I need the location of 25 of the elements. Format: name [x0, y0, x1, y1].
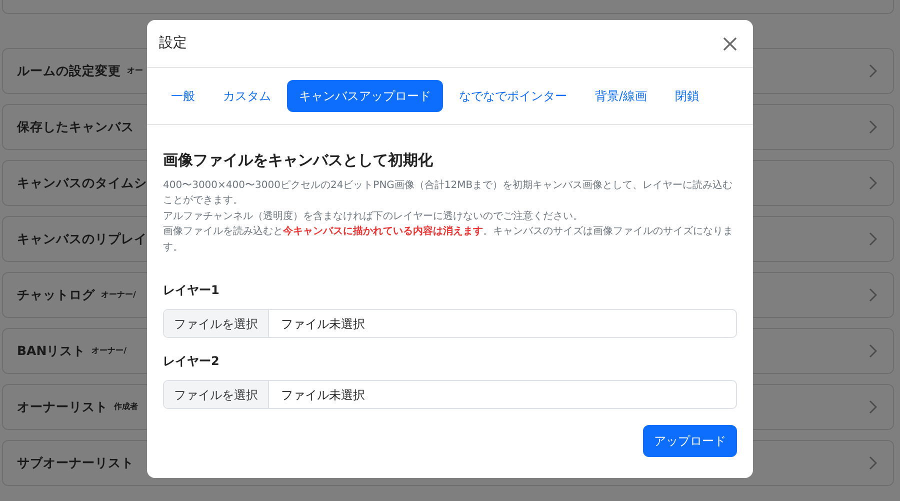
chevron-icon: [869, 120, 877, 134]
tab[interactable]: 一般: [159, 80, 207, 112]
chevron-icon: [869, 344, 877, 358]
chevron-icon: [869, 400, 877, 414]
tab[interactable]: 閉鎖: [663, 80, 712, 112]
tab[interactable]: 背景/線画: [583, 80, 660, 112]
description-text: 400〜3000×400〜3000ピクセルの24ビットPNG画像（合計12MBまで）を初期キャンバス画像として、レイヤーに読み込むことができます。: [163, 178, 734, 208]
chevron-icon: [869, 176, 877, 190]
description-text: 画像ファイルを読み込むと今キャンバスに描かれている内容は消えます。キャンバスのサイズは画像ファイルのサイズになります。: [163, 224, 734, 254]
upload-button[interactable]: アップロード: [643, 425, 737, 457]
file-input[interactable]: ファイルを選択 ファイル未選択: [163, 309, 737, 338]
dialog-title: 設定: [159, 34, 187, 53]
file-input[interactable]: ファイルを選択 ファイル未選択: [163, 380, 737, 409]
chevron-icon: [869, 288, 877, 302]
section-heading: 画像ファイルをキャンバスとして初期化: [163, 150, 434, 171]
tab[interactable]: キャンバスアップロード: [287, 80, 443, 112]
chevron-icon: [869, 456, 877, 470]
layer-label: レイヤー2: [163, 353, 220, 370]
close-icon: [723, 36, 737, 50]
tab[interactable]: なでなでポインター: [447, 80, 579, 112]
chevron-icon: [869, 64, 877, 78]
tab[interactable]: カスタム: [211, 80, 283, 112]
chevron-icon: [869, 232, 877, 246]
description-text: アルファチャンネル（透明度）を含まなければ下のレイヤーに透けないのでご注意ください。: [163, 210, 584, 224]
layer-label: レイヤー1: [163, 282, 220, 299]
